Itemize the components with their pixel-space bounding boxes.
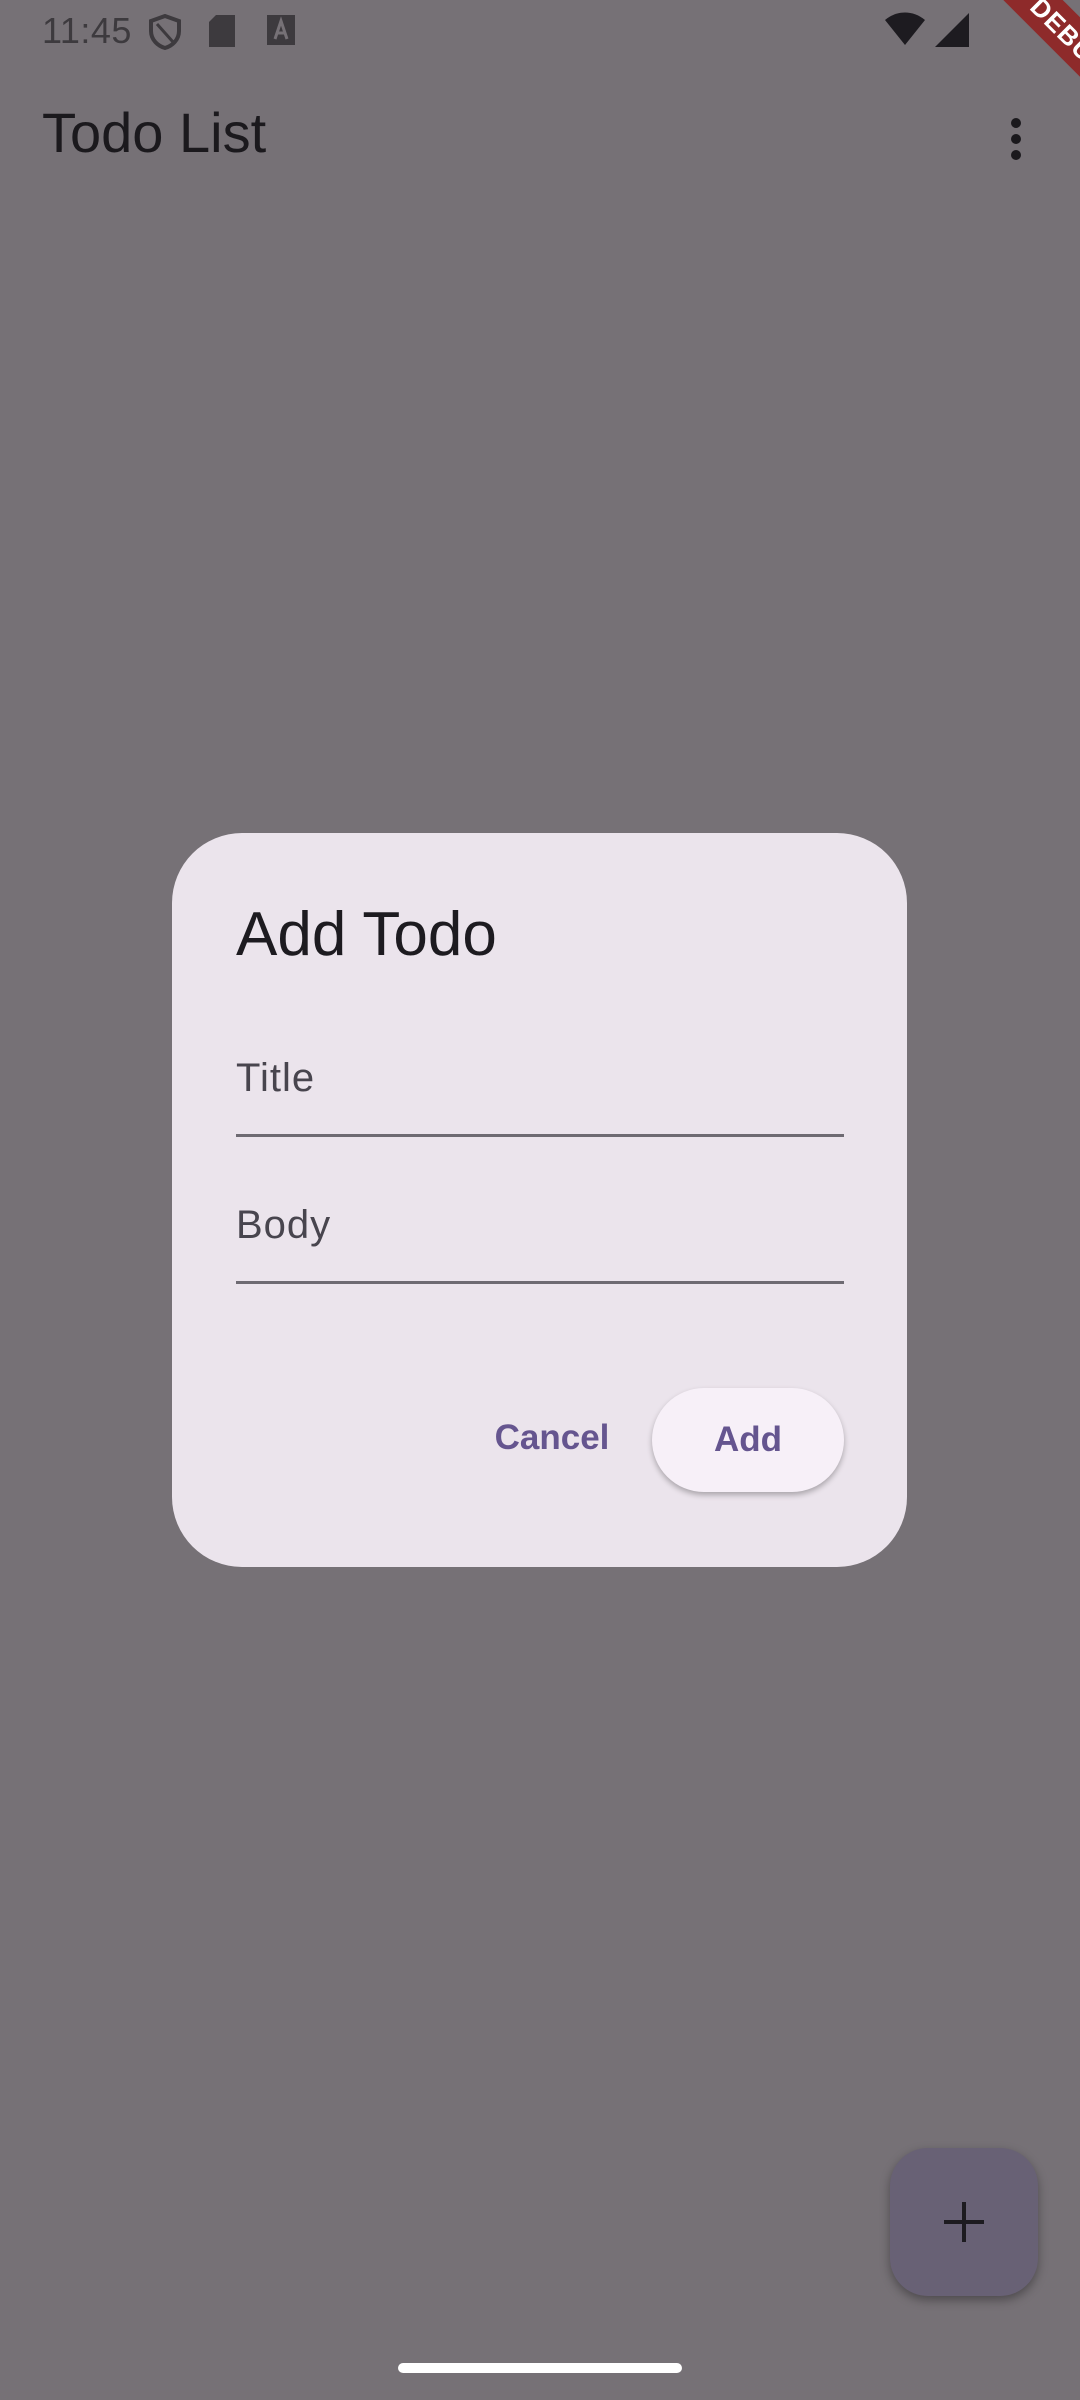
gesture-nav-handle[interactable] bbox=[398, 2363, 682, 2373]
shield-icon bbox=[149, 14, 181, 50]
add-button[interactable]: Add bbox=[652, 1388, 844, 1492]
status-time: 11:45 bbox=[42, 10, 132, 51]
body-input[interactable]: Body bbox=[236, 1185, 844, 1284]
dialog-title: Add Todo bbox=[236, 900, 497, 969]
wifi-icon bbox=[885, 12, 925, 45]
sd-card-icon bbox=[209, 15, 235, 47]
status-bar: 11:45 bbox=[0, 0, 1080, 64]
add-todo-fab[interactable] bbox=[890, 2148, 1038, 2296]
app-title: Todo List bbox=[42, 101, 267, 164]
title-input[interactable]: Title bbox=[236, 1038, 844, 1137]
body-input-label: Body bbox=[236, 1203, 332, 1247]
more-vert-icon[interactable] bbox=[990, 104, 1042, 168]
title-input-label: Title bbox=[236, 1056, 316, 1100]
add-todo-dialog: Add Todo Title Body Cancel Add bbox=[172, 833, 907, 1567]
cancel-button[interactable]: Cancel bbox=[472, 1388, 632, 1488]
font-a-icon bbox=[267, 15, 295, 45]
